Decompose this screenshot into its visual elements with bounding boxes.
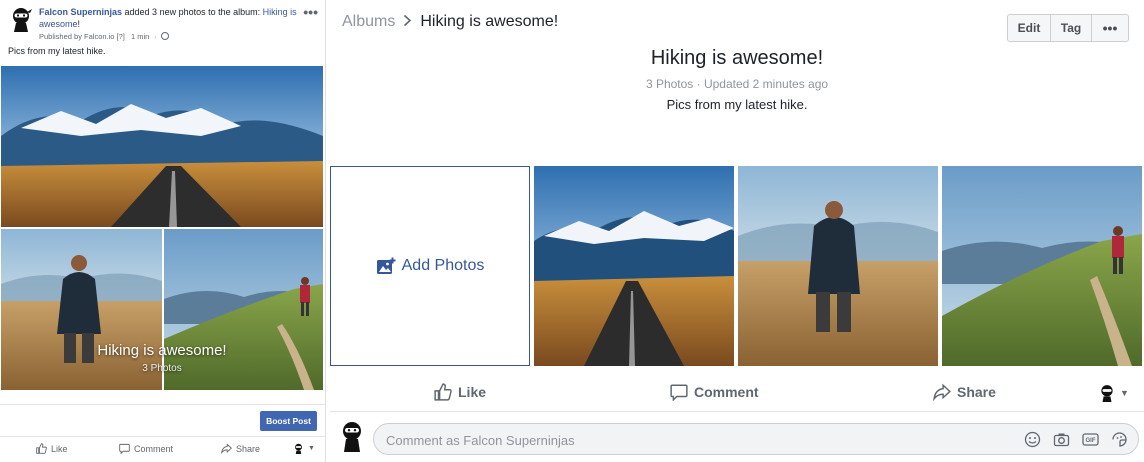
album-photo-hiker-trail[interactable] (942, 166, 1142, 366)
divider (0, 404, 326, 405)
screen: Falcon Superninjas added 3 new photos to… (0, 0, 1144, 462)
like-icon (36, 443, 47, 454)
album-photo-mountain[interactable] (534, 166, 734, 366)
more-options-button[interactable]: ••• (1092, 15, 1128, 41)
post-comment-label: Comment (134, 443, 174, 454)
like-button[interactable]: Like (434, 383, 486, 401)
post-photo-hiker-field[interactable] (1, 229, 162, 390)
post-like-button[interactable]: Like (36, 443, 68, 454)
album-meta: 3 Photos · Updated 2 minutes ago (645, 77, 829, 91)
edit-button[interactable]: Edit (1008, 15, 1051, 41)
post-photo-hiker-trail[interactable] (164, 229, 323, 390)
add-photo-icon (376, 257, 396, 274)
album-link-end: ! (77, 19, 81, 29)
profile-selector[interactable]: ▼ (1098, 384, 1129, 402)
post-profile-selector[interactable]: ▼ (293, 443, 315, 454)
album-photo-hiker-field[interactable] (738, 166, 938, 366)
post-time[interactable]: 1 min (131, 32, 149, 41)
like-icon (434, 383, 452, 401)
comment-icon (119, 443, 130, 454)
post-action-text: added 3 new photos to the album: (122, 7, 263, 17)
ninja-avatar-icon (1101, 385, 1113, 402)
camera-icon[interactable] (1053, 431, 1070, 448)
feed-post: Falcon Superninjas added 3 new photos to… (0, 0, 326, 462)
post-share-button[interactable]: Share (221, 443, 260, 454)
post-header: Falcon Superninjas added 3 new photos to… (8, 4, 318, 46)
comment-button[interactable]: Comment (670, 383, 759, 401)
comment-icon (670, 384, 688, 401)
comment-label: Comment (694, 384, 759, 400)
like-label: Like (458, 384, 487, 400)
sticker-icon[interactable] (1111, 431, 1128, 448)
emoji-icon[interactable] (1024, 431, 1041, 448)
breadcrumb: Albums Hiking is awesome! (342, 13, 558, 31)
comment-composer: Comment as Falcon Superninjas GIF (330, 418, 1144, 458)
page-name-link[interactable]: Falcon Superninjas (39, 7, 122, 17)
add-photos-button[interactable]: Add Photos (330, 166, 530, 366)
ninja-avatar-icon (295, 443, 302, 454)
ninja-avatar-icon (343, 422, 361, 452)
gif-icon[interactable]: GIF (1082, 431, 1099, 448)
ninja-avatar-icon[interactable] (8, 6, 34, 32)
post-caption: Pics from my latest hike. (8, 46, 106, 56)
caret-down-icon: ▼ (308, 445, 315, 452)
post-more-button[interactable]: ••• (303, 4, 318, 20)
post-like-label: Like (51, 443, 68, 454)
add-photos-label: Add Photos (401, 257, 485, 274)
share-label: Share (957, 384, 996, 400)
post-photo-grid: Hiking is awesome! 3 Photos (1, 66, 323, 390)
comment-input[interactable]: Comment as Falcon Superninjas GIF (373, 423, 1139, 455)
share-button[interactable]: Share (933, 383, 996, 401)
post-share-label: Share (236, 443, 261, 454)
post-photo-mountain[interactable] (1, 66, 323, 227)
post-headline: Falcon Superninjas added 3 new photos to… (39, 6, 301, 30)
post-comment-button[interactable]: Comment (119, 443, 173, 454)
comment-placeholder: Comment as Falcon Superninjas (386, 433, 575, 448)
svg-text:GIF: GIF (1086, 438, 1096, 444)
post-action-bar: Like Comment Share ▼ (0, 437, 326, 462)
breadcrumb-current: Hiking is awesome! (420, 13, 559, 30)
post-meta: Published by Falcon.io [?] 1 min · (39, 32, 170, 41)
share-icon (221, 443, 232, 454)
album-button-group: Edit Tag ••• (1007, 14, 1129, 42)
tag-button[interactable]: Tag (1051, 15, 1092, 41)
globe-icon (161, 32, 170, 40)
comment-tools: GIF (1024, 431, 1128, 448)
album-description: Pics from my latest hike. (666, 97, 808, 112)
breadcrumb-separator-icon (403, 14, 412, 31)
caret-down-icon: ▼ (1120, 388, 1129, 398)
album-view: Albums Hiking is awesome! Edit Tag ••• H… (330, 0, 1144, 462)
album-action-bar: Like Comment Share ▼ (330, 372, 1144, 412)
album-title: Hiking is awesome! (650, 47, 824, 69)
published-by: Published by Falcon.io [?] (39, 32, 125, 41)
share-icon (933, 383, 951, 401)
boost-post-button[interactable]: Boost Post (260, 411, 317, 431)
breadcrumb-albums-link[interactable]: Albums (342, 13, 395, 31)
